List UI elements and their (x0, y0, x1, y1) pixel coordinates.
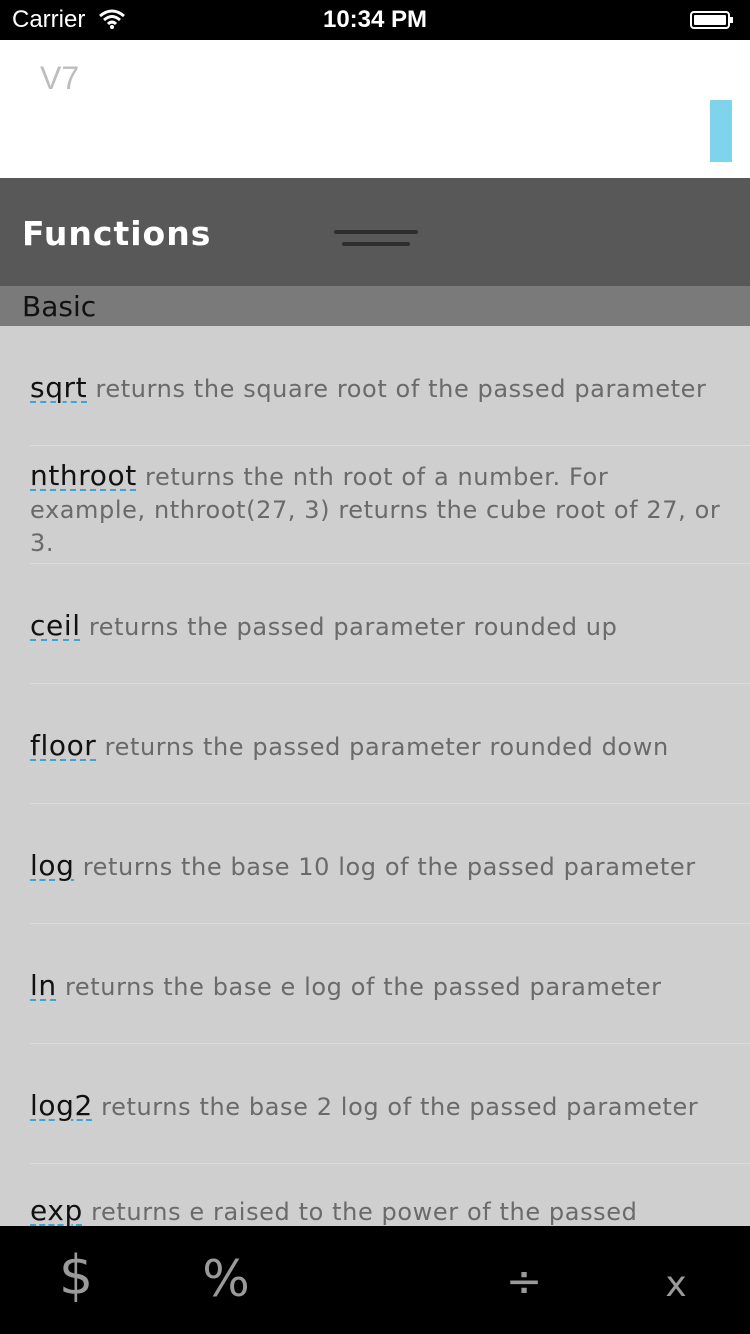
expression-display[interactable]: V7 (0, 40, 750, 178)
section-header: Basic (0, 286, 750, 326)
clock: 10:34 PM (322, 6, 428, 33)
function-description: ceil returns the passed parameter rounde… (30, 609, 618, 642)
function-description: nthroot returns the nth root of a number… (30, 459, 721, 557)
function-name[interactable]: ceil (30, 609, 81, 642)
function-name[interactable]: floor (30, 729, 96, 762)
dollar-button[interactable]: $ (26, 1244, 126, 1314)
list-item[interactable]: nthroot returns the nth root of a number… (30, 444, 750, 564)
bottom-toolbar: $ % ÷ x (0, 1226, 750, 1334)
panel-title: Functions (22, 214, 212, 253)
drag-handle-icon[interactable] (334, 228, 420, 252)
list-item[interactable]: log returns the base 10 log of the passe… (30, 804, 750, 924)
divide-button[interactable]: ÷ (474, 1256, 574, 1326)
function-description: exp returns e raised to the power of the… (30, 1194, 638, 1226)
functions-list[interactable]: sqrt returns the square root of the pass… (0, 326, 750, 1226)
list-item[interactable]: sqrt returns the square root of the pass… (30, 326, 750, 446)
function-name[interactable]: ln (30, 969, 57, 1002)
function-name[interactable]: log (30, 849, 74, 882)
function-description: ln returns the base e log of the passed … (30, 969, 662, 1002)
function-description: floor returns the passed parameter round… (30, 729, 669, 762)
function-name[interactable]: nthroot (30, 459, 137, 492)
function-description: sqrt returns the square root of the pass… (30, 371, 707, 404)
list-item[interactable]: ln returns the base e log of the passed … (30, 924, 750, 1044)
section-label: Basic (22, 290, 97, 323)
function-name[interactable]: log2 (30, 1089, 93, 1122)
function-name[interactable]: sqrt (30, 371, 87, 404)
function-name[interactable]: exp (30, 1194, 83, 1226)
multiply-button[interactable]: x (626, 1264, 726, 1334)
list-item[interactable]: exp returns e raised to the power of the… (30, 1164, 750, 1226)
input-cursor (710, 100, 732, 162)
function-description: log2 returns the base 2 log of the passe… (30, 1089, 699, 1122)
list-item[interactable]: floor returns the passed parameter round… (30, 684, 750, 804)
list-item[interactable]: ceil returns the passed parameter rounde… (30, 564, 750, 684)
expression-text: V7 (40, 60, 80, 96)
status-bar: Carrier 10:34 PM (0, 0, 750, 40)
functions-panel-header[interactable]: Functions (0, 178, 750, 286)
list-item[interactable]: log2 returns the base 2 log of the passe… (30, 1044, 750, 1164)
battery-icon (690, 11, 733, 29)
function-description: log returns the base 10 log of the passe… (30, 849, 696, 882)
percent-button[interactable]: % (176, 1250, 276, 1320)
